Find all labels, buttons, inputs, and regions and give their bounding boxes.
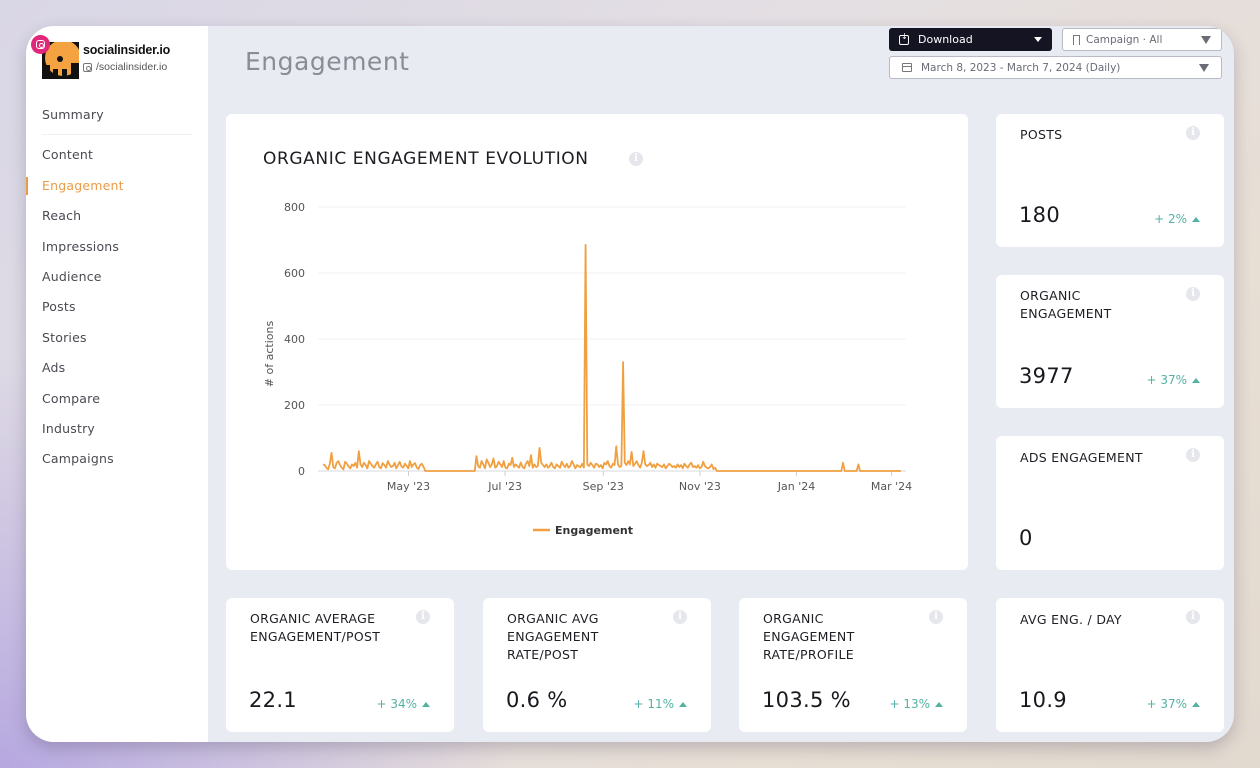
download-icon: [899, 32, 909, 45]
arrow-up-icon: [935, 701, 943, 707]
legend-label-engagement: Engagement: [555, 524, 633, 537]
x-tick-label: May '23: [387, 480, 430, 493]
stat-change-text: + 34%: [376, 697, 417, 711]
x-tick-label: Nov '23: [679, 480, 721, 493]
sidebar-item-impressions[interactable]: Impressions: [26, 232, 208, 262]
sidebar-item-ads[interactable]: Ads: [26, 353, 208, 383]
stat-change: + 2%: [1154, 212, 1200, 226]
sidebar-item-campaigns[interactable]: Campaigns: [26, 444, 208, 474]
profile-handle-text: /socialinsider.io: [96, 61, 168, 73]
stat-card-ads-engagement: ADS ENGAGEMENT i 0: [996, 436, 1224, 570]
stat-card-avg-engagement-post: ORGANIC AVERAGE ENGAGEMENT/POST i 22.1 +…: [226, 598, 454, 732]
stat-change-text: + 37%: [1146, 373, 1187, 387]
stat-change: + 37%: [1146, 697, 1200, 711]
info-icon[interactable]: i: [1186, 287, 1200, 301]
info-icon[interactable]: i: [929, 610, 943, 624]
stat-title: AVG ENG. / DAY: [1020, 612, 1122, 627]
engagement-chart-card: ORGANIC ENGAGEMENT EVOLUTION i 0 200 400 60…: [226, 114, 968, 570]
stat-change: + 37%: [1146, 373, 1200, 387]
info-icon[interactable]: i: [1186, 448, 1200, 462]
arrow-up-icon: [422, 701, 430, 707]
stat-value: 10.9: [1019, 688, 1067, 712]
sidebar: socialinsider.io /socialinsider.io Summa…: [26, 26, 208, 742]
stat-change-text: + 37%: [1146, 697, 1187, 711]
stat-card-avg-eng-day: AVG ENG. / DAY i 10.9 + 37%: [996, 598, 1224, 732]
stat-card-avg-engagement-rate-post: ORGANIC AVG ENGAGEMENT RATE/POST i 0.6 %…: [483, 598, 711, 732]
stat-change: + 11%: [633, 697, 687, 711]
sidebar-item-industry[interactable]: Industry: [26, 414, 208, 444]
series-line-engagement: [322, 244, 901, 472]
sidebar-item-summary[interactable]: Summary: [26, 100, 208, 130]
download-button[interactable]: Download: [889, 28, 1052, 51]
stat-title: ORGANIC ENGAGEMENT: [1020, 288, 1112, 321]
info-icon[interactable]: i: [1186, 126, 1200, 140]
caret-down-icon: [1199, 63, 1209, 72]
stat-value: 22.1: [249, 688, 297, 712]
sidebar-nav: Summary Content Engagement Reach Impress…: [26, 100, 208, 475]
info-icon[interactable]: i: [673, 610, 687, 624]
campaign-select-value: Campaign · All: [1086, 33, 1163, 46]
arrow-up-icon: [1192, 216, 1200, 222]
engagement-line-chart: 0 200 400 600 800 May '23 Jul '23 Sep '23 Nov '…: [263, 201, 912, 537]
stat-change-text: + 2%: [1154, 212, 1187, 226]
stat-card-organic-engagement: ORGANIC ENGAGEMENT i 3977 + 37%: [996, 275, 1224, 408]
date-range-value: March 8, 2023 - March 7, 2024 (Daily): [921, 61, 1121, 74]
sidebar-item-content[interactable]: Content: [26, 140, 208, 170]
sidebar-divider: [42, 134, 192, 136]
stat-change-text: + 13%: [889, 697, 930, 711]
stat-change: + 34%: [376, 697, 430, 711]
x-tick-label: Jul '23: [487, 480, 522, 493]
sidebar-item-compare[interactable]: Compare: [26, 384, 208, 414]
stat-title: ADS ENGAGEMENT: [1020, 450, 1143, 465]
x-tick-label: Jan '24: [777, 480, 815, 493]
arrow-up-icon: [1192, 377, 1200, 383]
stat-value: 103.5 %: [762, 688, 851, 712]
stat-card-posts: POSTS i 180 + 2%: [996, 114, 1224, 247]
instagram-small-icon: [83, 62, 92, 72]
info-icon[interactable]: i: [1186, 610, 1200, 624]
y-tick-label: 800: [284, 201, 305, 214]
sidebar-item-stories[interactable]: Stories: [26, 323, 208, 353]
y-tick-label: 0: [298, 465, 305, 478]
calendar-icon: [902, 63, 912, 72]
y-tick-label: 400: [284, 333, 305, 346]
stat-title: ORGANIC ENGAGEMENT RATE/PROFILE: [763, 611, 855, 662]
y-axis-label: # of actions: [263, 321, 276, 388]
date-range-select[interactable]: March 8, 2023 - March 7, 2024 (Daily): [889, 56, 1222, 79]
arrow-up-icon: [1192, 701, 1200, 707]
sidebar-item-posts[interactable]: Posts: [26, 292, 208, 322]
arrow-up-icon: [679, 701, 687, 707]
stat-card-engagement-rate-profile: ORGANIC ENGAGEMENT RATE/PROFILE i 103.5 …: [739, 598, 967, 732]
info-icon[interactable]: i: [416, 610, 430, 624]
profile-header[interactable]: socialinsider.io /socialinsider.io: [31, 35, 202, 82]
profile-name: socialinsider.io: [83, 43, 171, 57]
x-tick-label: Sep '23: [583, 480, 624, 493]
stat-title: ORGANIC AVERAGE ENGAGEMENT/POST: [250, 611, 381, 644]
stat-title: POSTS: [1020, 127, 1063, 142]
stat-value: 180: [1019, 203, 1060, 227]
sidebar-item-audience[interactable]: Audience: [26, 262, 208, 292]
campaign-select[interactable]: Campaign · All: [1062, 28, 1222, 51]
x-tick-label: Mar '24: [871, 480, 912, 493]
sidebar-item-engagement[interactable]: Engagement: [26, 171, 208, 201]
stat-value: 0: [1019, 526, 1033, 550]
stat-change-text: + 11%: [633, 697, 674, 711]
y-tick-label: 600: [284, 267, 305, 280]
chart-legend[interactable]: Engagement: [533, 524, 633, 537]
sidebar-item-reach[interactable]: Reach: [26, 201, 208, 231]
instagram-icon: [31, 35, 50, 54]
stat-title: ORGANIC AVG ENGAGEMENT RATE/POST: [507, 611, 599, 662]
main-content: Engagement Download Campaign · All March…: [208, 26, 1234, 742]
caret-down-icon: [1201, 35, 1211, 44]
caret-down-icon: [1034, 37, 1042, 42]
y-tick-label: 200: [284, 399, 305, 412]
bookmark-icon: [1073, 34, 1080, 45]
stat-change: + 13%: [889, 697, 943, 711]
stat-value: 3977: [1019, 364, 1074, 388]
stat-value: 0.6 %: [506, 688, 568, 712]
page-title: Engagement: [245, 47, 410, 76]
download-label: Download: [918, 33, 973, 46]
profile-handle: /socialinsider.io: [83, 61, 167, 73]
app-window: socialinsider.io /socialinsider.io Summa…: [26, 26, 1234, 742]
